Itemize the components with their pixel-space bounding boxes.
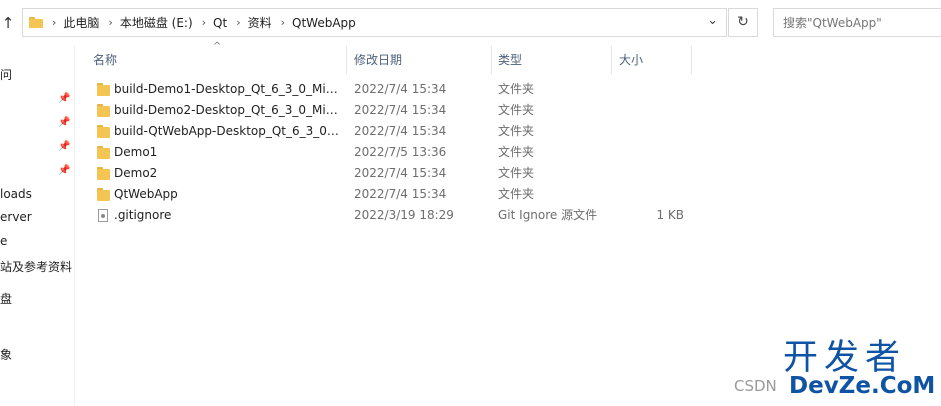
nav-item-objects[interactable]: 象 xyxy=(0,346,12,363)
column-header-type[interactable]: 类型 xyxy=(498,46,608,74)
file-size xyxy=(614,184,684,205)
pin-icon: 📌 xyxy=(58,141,71,152)
file-date: 2022/7/4 15:34 xyxy=(354,187,447,201)
folder-icon xyxy=(29,17,43,28)
search-input[interactable] xyxy=(773,8,941,37)
folder-icon xyxy=(97,104,110,117)
file-name: build-Demo2-Desktop_Qt_6_3_0_Min... xyxy=(114,103,339,117)
file-name: QtWebApp xyxy=(114,187,178,201)
csdn-watermark: CSDN xyxy=(734,377,777,395)
file-row[interactable]: QtWebApp 2022/7/4 15:34 文件夹 xyxy=(74,184,941,205)
file-type: 文件夹 xyxy=(498,166,535,180)
file-row[interactable]: build-QtWebApp-Desktop_Qt_6_3_0_... 2022… xyxy=(74,121,941,142)
pin-icon: 📌 xyxy=(58,117,71,128)
file-row[interactable]: Demo1 2022/7/5 13:36 文件夹 xyxy=(74,142,941,163)
file-type: 文件夹 xyxy=(498,82,535,96)
nav-item-downloads[interactable]: loads xyxy=(0,187,32,201)
brand-watermark-sub: DevZe.CoM xyxy=(789,373,936,399)
column-header-row: ^ 名称 修改日期 类型 大小 xyxy=(74,41,941,74)
file-type: 文件夹 xyxy=(498,145,535,159)
breadcrumb-qtwebapp[interactable]: QtWebApp xyxy=(292,16,356,30)
file-name: .gitignore xyxy=(114,208,172,222)
file-row[interactable]: build-Demo1-Desktop_Qt_6_3_0_Min... 2022… xyxy=(74,79,941,100)
file-size xyxy=(614,79,684,100)
column-divider[interactable] xyxy=(611,46,612,74)
column-header-date[interactable]: 修改日期 xyxy=(354,46,484,74)
breadcrumb-qt[interactable]: Qt xyxy=(213,16,227,30)
file-date: 2022/3/19 18:29 xyxy=(354,208,454,222)
file-date: 2022/7/4 15:34 xyxy=(354,166,447,180)
file-date: 2022/7/4 15:34 xyxy=(354,82,447,96)
folder-icon xyxy=(97,167,110,180)
nav-item-server[interactable]: erver xyxy=(0,210,32,224)
column-header-size[interactable]: 大小 xyxy=(619,46,689,74)
up-arrow-icon[interactable]: ↑ xyxy=(0,12,16,34)
file-type: Git Ignore 源文件 xyxy=(498,208,598,222)
file-date: 2022/7/4 15:34 xyxy=(354,124,447,138)
file-name: build-QtWebApp-Desktop_Qt_6_3_0_... xyxy=(114,124,339,138)
file-date: 2022/7/5 13:36 xyxy=(354,145,447,159)
chevron-right-icon[interactable]: › xyxy=(236,16,240,29)
column-divider[interactable] xyxy=(346,46,347,74)
pin-icon: 📌 xyxy=(58,165,71,176)
gitignore-file-icon xyxy=(98,209,108,222)
address-toolbar: ↑ › 此电脑 › 本地磁盘 (E:) › Qt › 资料 › QtWebApp… xyxy=(0,0,941,46)
column-divider[interactable] xyxy=(491,46,492,74)
chevron-right-icon[interactable]: › xyxy=(52,16,56,29)
navigation-pane: 问 📌 📌 📌 📌 loads erver e 站及参考资料 盘 象 xyxy=(0,46,75,406)
file-name: build-Demo1-Desktop_Qt_6_3_0_Min... xyxy=(114,82,339,96)
file-date: 2022/7/4 15:34 xyxy=(354,103,447,117)
folder-icon xyxy=(97,125,110,138)
breadcrumb-drive-e[interactable]: 本地磁盘 (E:) xyxy=(120,14,193,31)
chevron-right-icon[interactable]: › xyxy=(202,16,206,29)
column-header-name[interactable]: 名称 xyxy=(93,46,343,74)
breadcrumb-this-pc[interactable]: 此电脑 xyxy=(63,14,99,31)
nav-item-e[interactable]: e xyxy=(0,234,7,248)
file-row[interactable]: Demo2 2022/7/4 15:34 文件夹 xyxy=(74,163,941,184)
nav-item-references[interactable]: 站及参考资料 xyxy=(0,258,72,275)
file-row[interactable]: build-Demo2-Desktop_Qt_6_3_0_Min... 2022… xyxy=(74,100,941,121)
folder-icon xyxy=(97,83,110,96)
folder-icon xyxy=(97,188,110,201)
folder-icon xyxy=(97,146,110,159)
nav-item-quick-access[interactable]: 问 xyxy=(0,66,12,83)
chevron-down-icon[interactable]: ⌄ xyxy=(707,13,718,28)
chevron-right-icon[interactable]: › xyxy=(281,16,285,29)
file-name: Demo2 xyxy=(114,166,158,180)
file-size xyxy=(614,142,684,163)
address-bar[interactable]: › 此电脑 › 本地磁盘 (E:) › Qt › 资料 › QtWebApp ⌄ xyxy=(22,8,727,37)
refresh-icon: ↻ xyxy=(737,14,749,30)
nav-item-disk[interactable]: 盘 xyxy=(0,290,12,307)
file-size xyxy=(614,163,684,184)
file-type: 文件夹 xyxy=(498,103,535,117)
pin-icon: 📌 xyxy=(58,93,71,104)
breadcrumb-materials[interactable]: 资料 xyxy=(248,14,272,31)
file-row[interactable]: .gitignore 2022/3/19 18:29 Git Ignore 源文… xyxy=(74,205,941,226)
chevron-right-icon[interactable]: › xyxy=(108,16,112,29)
file-type: 文件夹 xyxy=(498,124,535,138)
file-size xyxy=(614,100,684,121)
column-divider[interactable] xyxy=(691,46,692,74)
file-name: Demo1 xyxy=(114,145,158,159)
file-size: 1 KB xyxy=(656,208,684,222)
file-size xyxy=(614,121,684,142)
refresh-button[interactable]: ↻ xyxy=(728,8,758,37)
file-type: 文件夹 xyxy=(498,187,535,201)
